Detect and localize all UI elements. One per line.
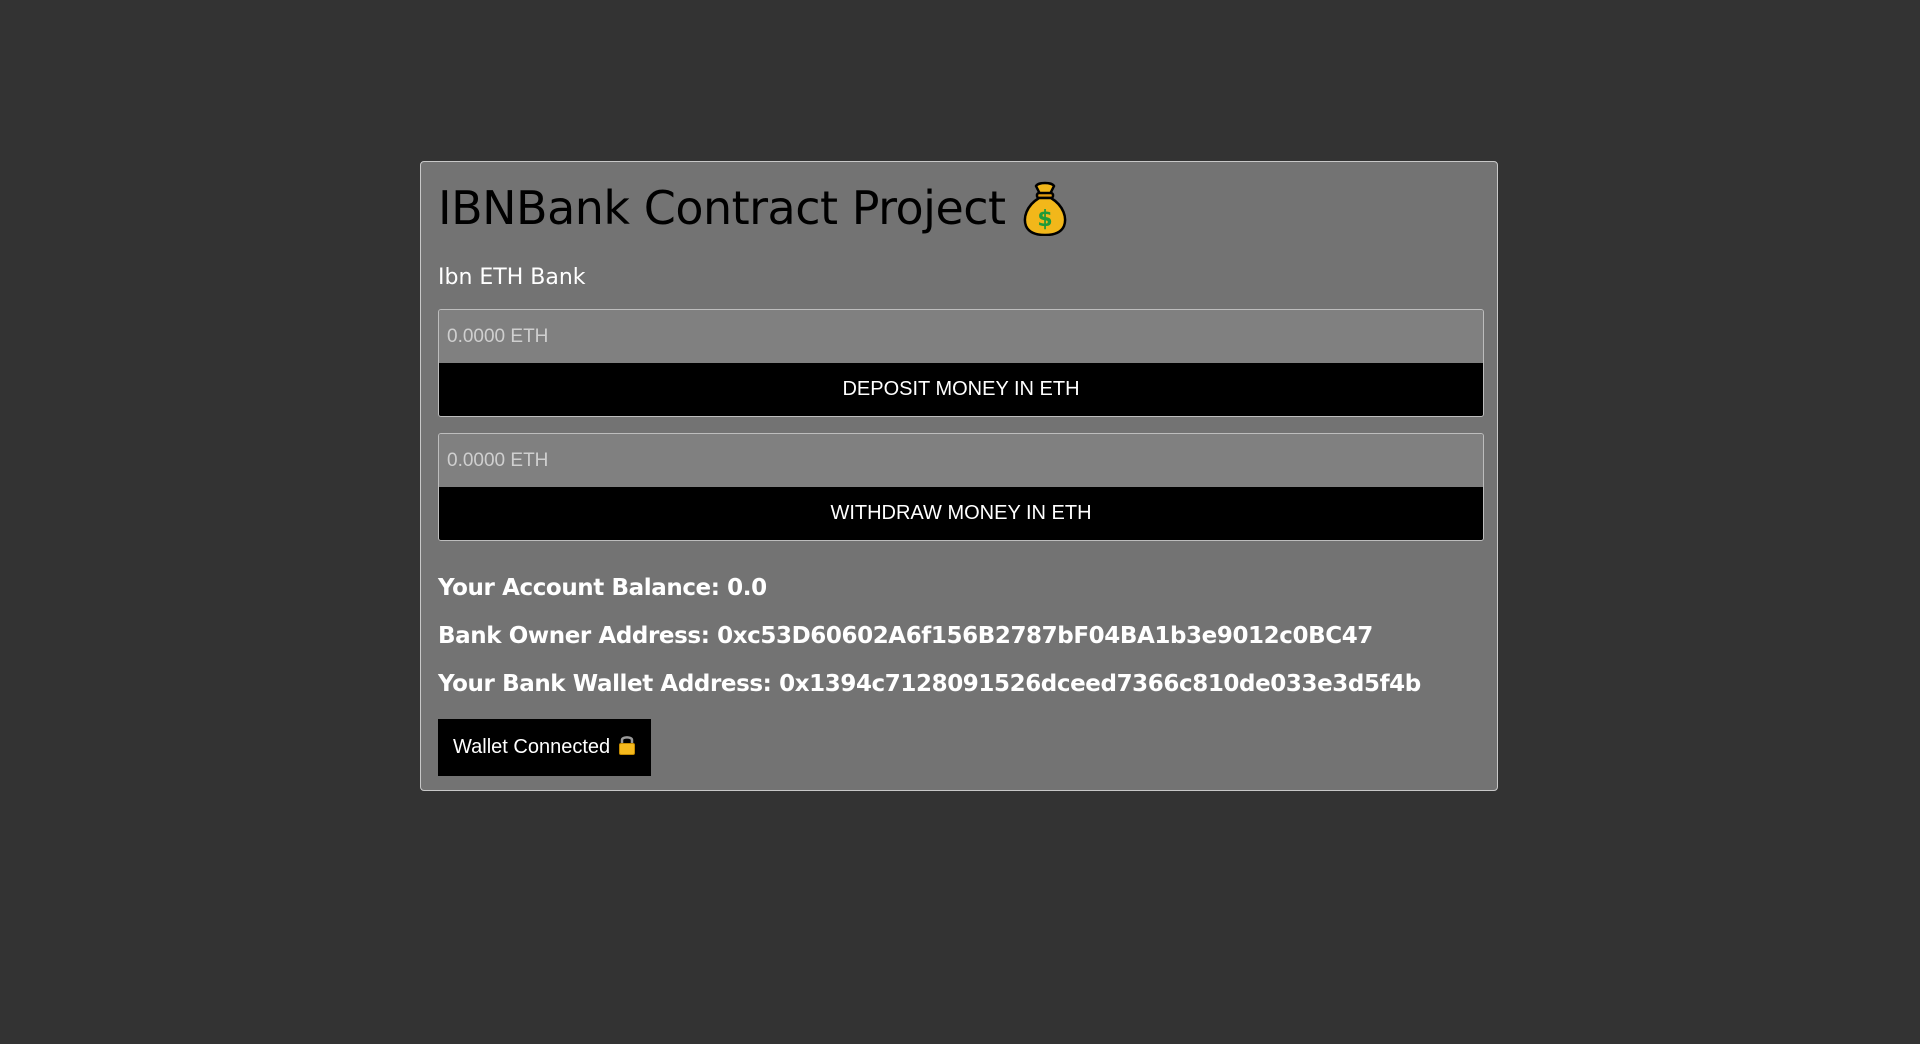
page-title: IBNBank Contract Project	[438, 181, 1006, 235]
wallet-button-label: Wallet Connected	[453, 736, 611, 758]
title-row: IBNBank Contract Project $	[438, 180, 1068, 237]
bank-card: IBNBank Contract Project $ Ibn ETH Bank …	[420, 161, 1498, 791]
withdraw-form: WITHDRAW MONEY IN ETH	[438, 433, 1484, 541]
subtitle: Ibn ETH Bank	[438, 265, 586, 290]
deposit-form: DEPOSIT MONEY IN ETH	[438, 309, 1484, 417]
account-balance: Your Account Balance: 0.0	[438, 575, 767, 601]
withdraw-button[interactable]: WITHDRAW MONEY IN ETH	[439, 487, 1483, 540]
lock-icon	[618, 734, 636, 762]
deposit-amount-input[interactable]	[439, 310, 1483, 363]
wallet-address: Your Bank Wallet Address: 0x1394c7128091…	[438, 671, 1421, 697]
svg-text:$: $	[1037, 207, 1052, 232]
withdraw-amount-input[interactable]	[439, 434, 1483, 487]
deposit-button[interactable]: DEPOSIT MONEY IN ETH	[439, 363, 1483, 416]
wallet-connected-button[interactable]: Wallet Connected	[438, 719, 652, 776]
bank-owner-address: Bank Owner Address: 0xc53D60602A6f156B27…	[438, 623, 1373, 649]
money-bag-icon: $	[1022, 180, 1068, 237]
